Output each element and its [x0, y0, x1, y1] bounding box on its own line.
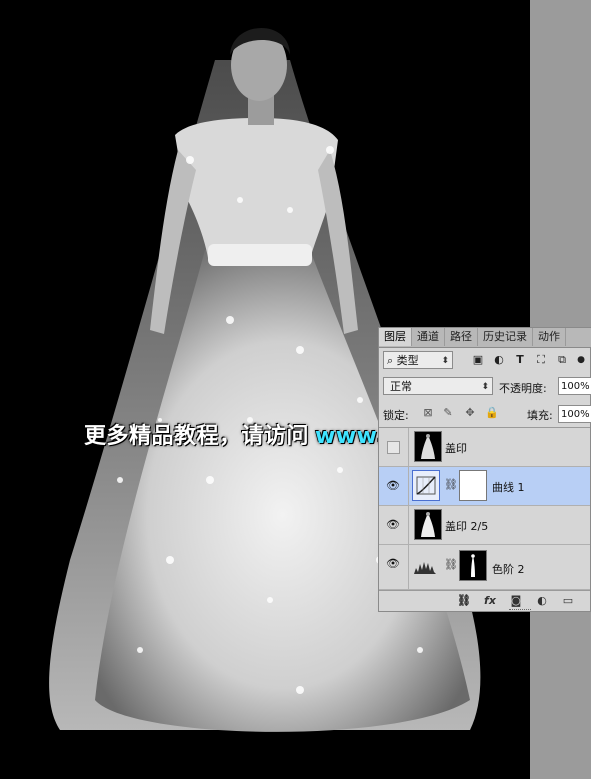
blend-row: 正常 ⬍ 不透明度: 100% [379, 375, 591, 399]
opacity-label: 不透明度: [499, 382, 547, 395]
visibility-toggle-empty[interactable] [387, 441, 400, 454]
lock-paint-icon[interactable]: ✎ [441, 406, 455, 420]
layer-mask-thumbnail[interactable] [459, 550, 487, 581]
fx-icon[interactable]: fx [483, 594, 497, 608]
layer-row[interactable]: 盖印 [379, 428, 590, 467]
tab-history[interactable]: 历史记录 [478, 328, 533, 346]
filter-toggle-icon[interactable]: ● [574, 353, 588, 367]
lock-row: 锁定: ⊠ ✎ ✥ 🔒 填充: 100% [379, 403, 591, 425]
layers-panel: 图层 通道 路径 历史记录 动作 ⌕ 类型 ⬍ ▣ ◐ T ⛶ ⧉ ● 正常 ⬍… [378, 327, 591, 612]
tab-paths[interactable]: 路径 [445, 328, 478, 346]
layer-name: 盖印 2/5 [445, 520, 489, 533]
layer-name: 盖印 [445, 442, 467, 455]
lock-all-icon[interactable]: 🔒 [485, 406, 499, 420]
dropdown-caret-icon: ⬍ [481, 382, 489, 392]
shape-filter-icon[interactable]: ⛶ [534, 353, 548, 367]
image-filter-icon[interactable]: ▣ [471, 353, 485, 367]
watermark-text: 更多精品教程，请访问 [84, 424, 310, 449]
smart-object-filter-icon[interactable]: ⧉ [555, 353, 569, 367]
eye-icon[interactable]: 👁 [385, 557, 401, 571]
layer-mask-thumbnail[interactable] [459, 470, 487, 501]
blend-mode-dropdown[interactable]: 正常 ⬍ [383, 377, 493, 395]
eye-icon[interactable]: 👁 [385, 479, 401, 493]
adjustment-filter-icon[interactable]: ◐ [492, 353, 506, 367]
layer-name: 色阶 2 [492, 563, 525, 576]
fill-label: 填充: [527, 409, 553, 422]
lock-label: 锁定: [383, 409, 409, 422]
link-layers-icon[interactable]: ⛓ [457, 594, 471, 608]
levels-icon [412, 550, 440, 581]
type-filter-icon[interactable]: T [513, 353, 527, 367]
layer-row-selected[interactable]: 👁 ⛓ 曲线 1 [379, 467, 590, 506]
layer-thumbnail [414, 431, 442, 462]
search-icon: ⌕ [387, 354, 394, 367]
tab-layers[interactable]: 图层 [379, 328, 412, 346]
link-icon[interactable]: ⛓ [444, 558, 458, 571]
lock-position-icon[interactable]: ✥ [463, 406, 477, 420]
link-icon[interactable]: ⛓ [444, 478, 458, 491]
panel-footer: ⛓ fx ◙ ◐ ▭ [379, 590, 590, 612]
resize-grip[interactable] [509, 609, 531, 612]
panel-tabs: 图层 通道 路径 历史记录 动作 [379, 328, 591, 348]
add-mask-icon[interactable]: ◙ [509, 594, 523, 608]
opacity-input[interactable]: 100% [558, 377, 591, 395]
new-group-icon[interactable]: ▭ [561, 594, 575, 608]
dropdown-caret-icon: ⬍ [441, 356, 449, 366]
blend-mode-value: 正常 [390, 380, 412, 393]
eye-icon[interactable]: 👁 [385, 518, 401, 532]
lock-transparent-icon[interactable]: ⊠ [421, 406, 435, 420]
tab-actions[interactable]: 动作 [533, 328, 566, 346]
fill-input[interactable]: 100% [558, 405, 591, 423]
layer-name: 曲线 1 [492, 481, 525, 494]
filter-row: ⌕ 类型 ⬍ ▣ ◐ T ⛶ ⧉ ● [379, 349, 590, 373]
layer-row[interactable]: 👁 ⛓ 色阶 2 [379, 545, 590, 590]
layer-list: 盖印 👁 ⛓ 曲线 1 👁 盖印 2/5 👁 ⛓ 色阶 2 [379, 427, 590, 590]
tab-channels[interactable]: 通道 [412, 328, 445, 346]
layer-thumbnail [414, 509, 442, 540]
curves-icon [412, 470, 440, 501]
new-adjustment-icon[interactable]: ◐ [535, 594, 549, 608]
filter-kind-label: 类型 [396, 354, 419, 367]
filter-kind-dropdown[interactable]: ⌕ 类型 ⬍ [383, 351, 453, 369]
layer-row[interactable]: 👁 盖印 2/5 [379, 506, 590, 545]
